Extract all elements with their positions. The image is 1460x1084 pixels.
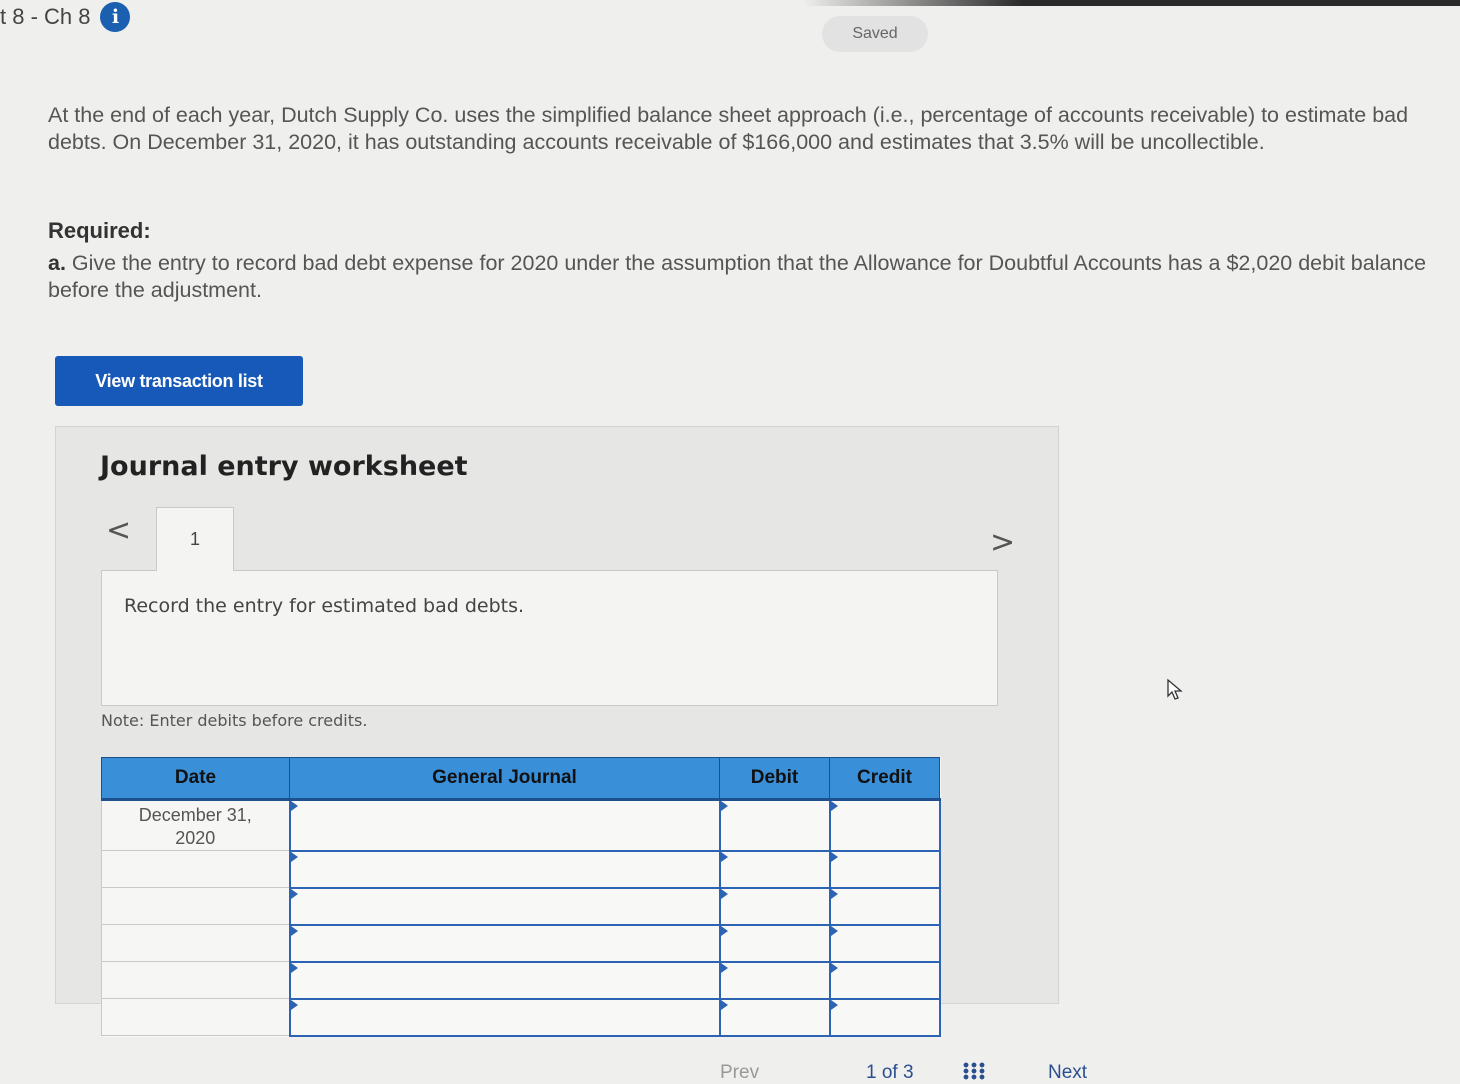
account-input[interactable]: [288, 923, 721, 963]
journal-entry-worksheet: Journal entry worksheet < 1 > Record the…: [55, 426, 1059, 1037]
debit-input[interactable]: [718, 960, 831, 1000]
problem-statement: At the end of each year, Dutch Supply Co…: [48, 103, 1409, 154]
account-input[interactable]: [288, 886, 721, 926]
tab-entry-1[interactable]: 1: [156, 507, 234, 571]
table-row: [101, 849, 941, 889]
table-row: December 31, 2020: [101, 798, 941, 852]
credit-input[interactable]: [828, 960, 941, 1000]
credit-input[interactable]: [828, 849, 941, 889]
debit-input[interactable]: [718, 849, 831, 889]
account-input[interactable]: [288, 798, 721, 852]
table-row: [101, 997, 941, 1037]
column-header-date: Date: [101, 757, 290, 801]
date-cell: [101, 998, 290, 1036]
date-cell: December 31, 2020: [101, 799, 290, 851]
account-input[interactable]: [288, 997, 721, 1037]
entry-note: Note: Enter debits before credits.: [101, 711, 368, 730]
table-row: [101, 960, 941, 1000]
debit-input[interactable]: [718, 923, 831, 963]
assignment-header: t 8 - Ch 8 i: [0, 2, 131, 32]
instruction-text: Record the entry for estimated bad debts…: [124, 595, 525, 617]
chevron-right-icon[interactable]: >: [990, 525, 1015, 560]
part-text: Give the entry to record bad debt expens…: [48, 251, 1427, 302]
date-line-1: December 31,: [138, 805, 252, 825]
page-position: 1 of 3: [866, 1062, 914, 1083]
date-cell: [101, 961, 290, 999]
info-icon[interactable]: i: [100, 2, 131, 32]
view-transaction-list-button[interactable]: View transaction list: [55, 356, 303, 406]
table-row: [101, 923, 941, 963]
debit-input[interactable]: [718, 886, 831, 926]
credit-input[interactable]: [828, 798, 941, 852]
chevron-left-icon[interactable]: <: [106, 513, 131, 548]
grid-icon[interactable]: [962, 1062, 986, 1080]
debit-input[interactable]: [718, 798, 831, 852]
instruction-panel: Record the entry for estimated bad debts…: [101, 570, 998, 706]
part-label: a.: [48, 251, 66, 275]
assignment-title: t 8 - Ch 8: [0, 4, 91, 29]
required-heading: Required:: [48, 218, 151, 243]
account-input[interactable]: [288, 849, 721, 889]
date-cell: [101, 850, 290, 888]
credit-input[interactable]: [828, 886, 941, 926]
debit-input[interactable]: [718, 997, 831, 1037]
date-line-2: 2020: [175, 828, 216, 848]
account-input[interactable]: [288, 960, 721, 1000]
required-part-a: a. Give the entry to record bad debt exp…: [48, 250, 1448, 304]
top-bar-edge: [0, 0, 1460, 6]
mouse-cursor-icon: [1167, 678, 1183, 700]
credit-input[interactable]: [828, 923, 941, 963]
next-page-button[interactable]: Next: [1048, 1062, 1087, 1084]
journal-table: Date General Journal Debit Credit Decemb…: [101, 757, 941, 1037]
date-cell: [101, 887, 290, 925]
column-header-credit: Credit: [829, 757, 940, 801]
journal-header-row: Date General Journal Debit Credit: [101, 757, 940, 801]
saved-status-badge: Saved: [822, 16, 928, 52]
table-row: [101, 886, 941, 926]
date-cell: [101, 924, 290, 962]
column-header-general-journal: General Journal: [289, 757, 720, 801]
credit-input[interactable]: [828, 997, 941, 1037]
prev-page-button[interactable]: Prev: [720, 1062, 759, 1084]
column-header-debit: Debit: [719, 757, 830, 801]
worksheet-title: Journal entry worksheet: [100, 451, 468, 482]
